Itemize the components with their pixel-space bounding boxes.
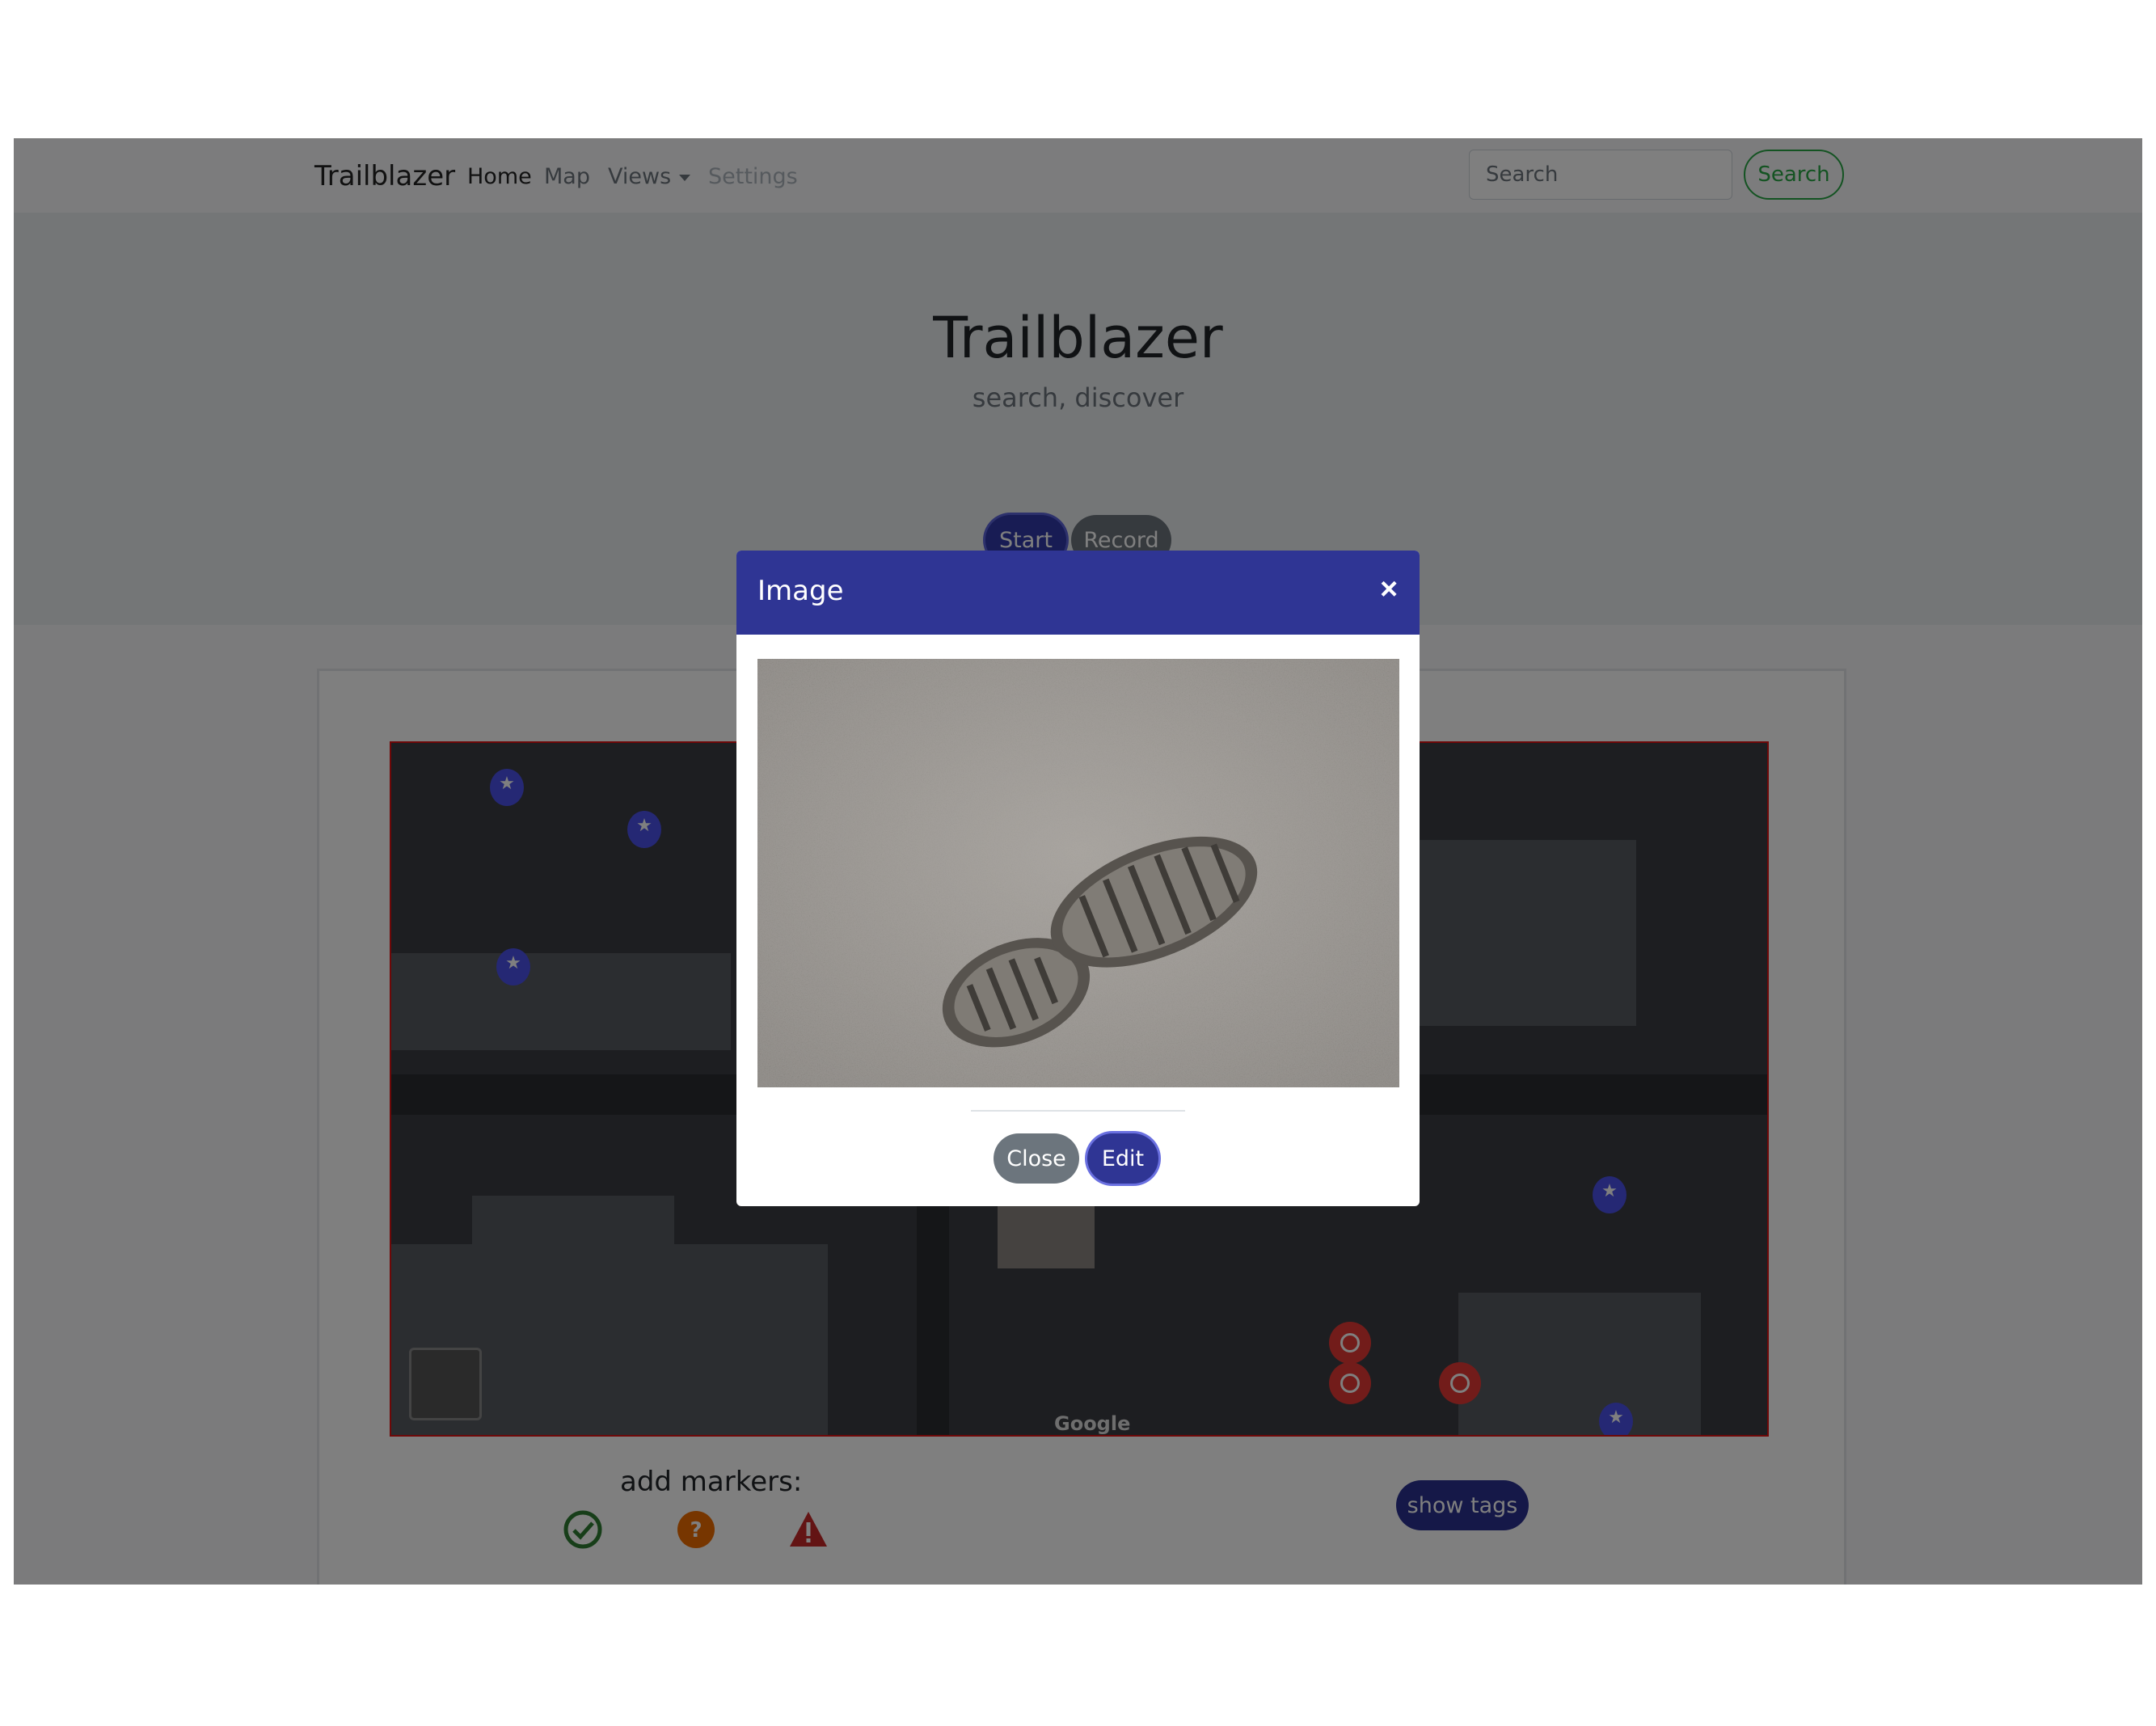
edit-button[interactable]: Edit [1087, 1133, 1158, 1184]
modal-header: Image × [736, 551, 1420, 635]
close-button[interactable]: Close [994, 1133, 1079, 1184]
image-modal: Image × Close Edit [736, 551, 1420, 1206]
modal-title: Image [757, 575, 844, 607]
close-icon[interactable]: × [1375, 572, 1403, 608]
modal-divider [971, 1110, 1185, 1112]
footprint-photo [757, 659, 1399, 1087]
browser-viewport: Trailblazer Home Map Views Settings Sear… [14, 138, 2142, 1585]
